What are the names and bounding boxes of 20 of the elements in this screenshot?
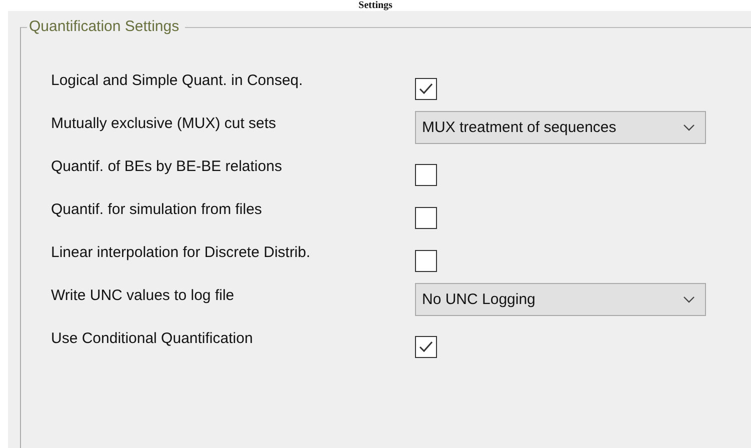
- chevron-down-icon: [683, 296, 695, 303]
- setting-label: Write UNC values to log file: [51, 286, 236, 306]
- checkbox[interactable]: [415, 78, 437, 100]
- checkbox[interactable]: [415, 250, 437, 272]
- checkmark-icon: [419, 341, 433, 353]
- group-title: Quantification Settings: [27, 17, 186, 37]
- setting-label: Mutually exclusive (MUX) cut sets: [51, 114, 278, 134]
- setting-label: Quantif. of BEs by BE-BE relations: [51, 157, 283, 177]
- checkbox[interactable]: [415, 336, 437, 358]
- checkmark-icon: [419, 83, 433, 95]
- checkbox[interactable]: [415, 164, 437, 186]
- setting-label: Logical and Simple Quant. in Conseq.: [51, 71, 304, 91]
- chevron-down-icon: [683, 124, 695, 131]
- setting-label: Quantif. for simulation from files: [51, 200, 263, 220]
- setting-label: Linear interpolation for Discrete Distrib.: [51, 243, 312, 263]
- dropdown[interactable]: No UNC Logging: [415, 283, 706, 316]
- checkbox[interactable]: [415, 207, 437, 229]
- dropdown[interactable]: MUX treatment of sequences: [415, 111, 706, 144]
- setting-label: Use Conditional Quantification: [51, 329, 254, 349]
- page-title: Settings: [358, 0, 392, 11]
